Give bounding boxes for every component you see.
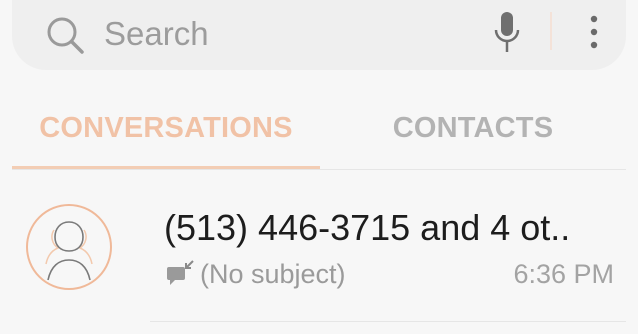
conversation-title: (513) 446-3715 and 4 ot.. [164,207,571,248]
tab-contacts-label: CONTACTS [392,112,554,144]
conversation-list-item[interactable]: (513) 446-3715 and 4 ot.. (No subject) 6… [0,190,638,310]
conversation-time: 6:36 PM [513,259,614,289]
tab-contacts[interactable]: CONTACTS [320,90,626,170]
tab-conversations[interactable]: CONVERSATIONS [12,90,320,170]
mms-outgoing-icon [167,260,194,285]
conversation-subject: (No subject) [200,259,346,289]
search-divider [550,12,552,50]
messages-screen: Search CONVERSATIONS CONTACTS (513) 446-… [0,0,638,334]
tabs-divider [12,169,626,170]
list-divider [150,321,626,322]
search-icon [47,17,84,54]
mic-icon[interactable] [489,8,525,56]
search-placeholder[interactable]: Search [104,14,209,54]
tab-bar: CONVERSATIONS CONTACTS [12,90,626,170]
tab-conversations-label: CONVERSATIONS [39,112,293,144]
more-vertical-icon[interactable] [584,12,604,52]
search-bar[interactable]: Search [12,0,626,70]
group-avatar-icon[interactable] [24,202,114,292]
